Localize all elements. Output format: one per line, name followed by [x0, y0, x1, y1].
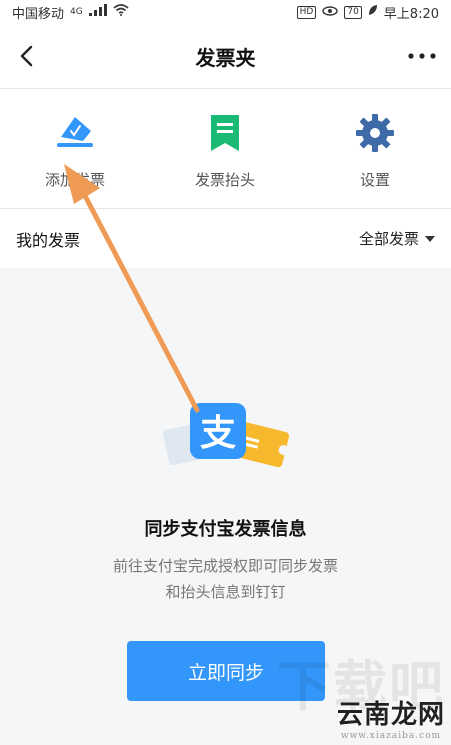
alipay-sync-illustration: 支 [162, 403, 290, 468]
add-invoice-label: 添加发票 [44, 171, 105, 189]
empty-desc-line-2: 和抬头信息到钉钉 [165, 583, 286, 601]
invoice-filter-dropdown[interactable]: 全部发票 [359, 228, 435, 249]
invoice-title-label: 发票抬头 [194, 171, 255, 189]
nav-bar: 发票夹 [0, 24, 451, 88]
shortcut-row: 添加发票 发票抬头 设置 [0, 89, 451, 209]
filter-label: 全部发票 [358, 230, 419, 248]
wifi-icon [113, 4, 129, 20]
empty-state-title: 同步支付宝发票信息 [144, 519, 307, 540]
chevron-left-icon [20, 45, 33, 67]
my-invoices-header: 我的发票 全部发票 [0, 209, 451, 268]
caret-down-icon [425, 235, 435, 242]
settings-button[interactable]: 设置 [300, 89, 450, 209]
hd-badge: HD [296, 5, 317, 19]
alipay-glyph: 支 [200, 413, 236, 454]
watermark: 下载吧 云南龙网 www.xiazaiba.com [277, 654, 445, 741]
battery-icon: 70 [344, 5, 362, 19]
settings-label: 设置 [359, 171, 390, 189]
signal-icon [88, 4, 107, 20]
carrier-label: 中国移动 [12, 6, 65, 22]
back-button[interactable] [14, 42, 42, 70]
more-dots-icon [408, 53, 436, 59]
gear-icon [356, 114, 394, 152]
add-invoice-icon [57, 117, 93, 147]
invoice-title-icon [211, 115, 239, 151]
empty-state-description: 前往支付宝完成授权即可同步发票 和抬头信息到钉钉 [0, 553, 451, 605]
status-bar: 中国移动 4G HD 70 早上8:20 [0, 0, 451, 24]
invoice-title-button[interactable]: 发票抬头 [150, 89, 300, 209]
watermark-bg-text: 下载吧 [277, 654, 445, 718]
leaf-icon [368, 4, 378, 20]
empty-desc-line-1: 前往支付宝完成授权即可同步发票 [112, 557, 338, 575]
add-invoice-button[interactable]: 添加发票 [0, 89, 150, 209]
section-title: 我的发票 [16, 230, 81, 250]
clock-label: 早上8:20 [383, 6, 439, 22]
page-title: 发票夹 [195, 45, 256, 70]
watermark-url: www.xiazaiba.com [340, 731, 442, 741]
eye-icon [322, 5, 339, 20]
network-label: 4G [70, 7, 83, 17]
more-button[interactable] [405, 44, 439, 68]
